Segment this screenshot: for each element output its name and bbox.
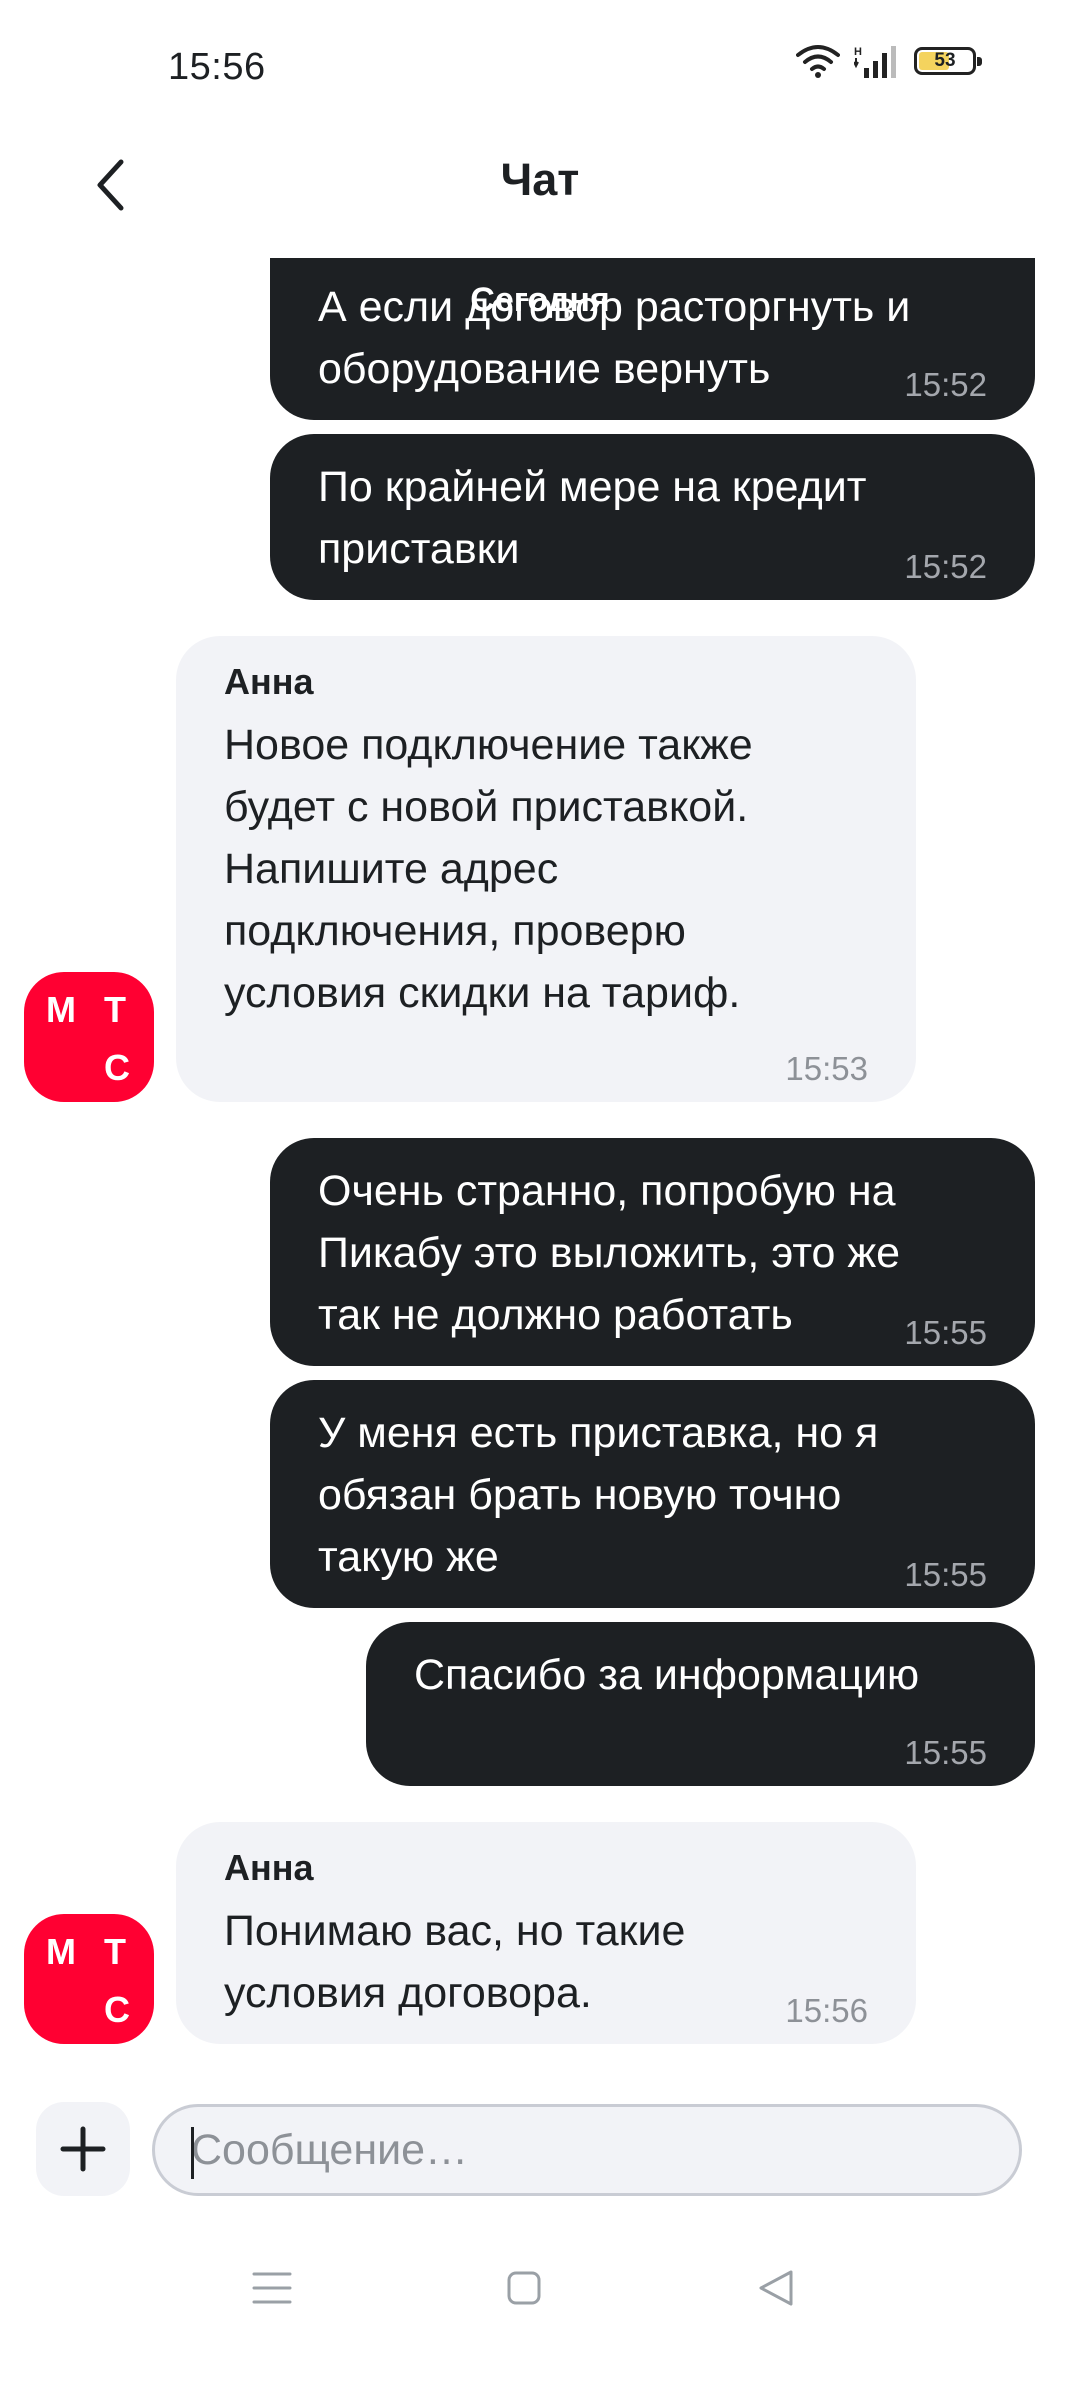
message-outgoing: Очень странно, попробую на Пикабу это вы…: [270, 1138, 1035, 1366]
message-input-placeholder: Сообщение…: [191, 2126, 469, 2174]
message-time: 15:52: [904, 366, 987, 403]
wifi-icon: [796, 45, 840, 78]
message-text: Спасибо за информацию: [414, 1651, 920, 1699]
status-icons: H 53: [796, 44, 982, 78]
menu-icon: [252, 2272, 292, 2304]
message-time: 15:55: [904, 1314, 987, 1351]
attach-button[interactable]: [36, 2102, 130, 2196]
message-text: Новое подключение также будет с новой пр…: [224, 721, 753, 1017]
message-text: У меня есть приставка, но я обязан брать…: [318, 1409, 879, 1581]
message-text: Понимаю вас, но такие условия договора.: [224, 1907, 686, 2017]
message-outgoing: Спасибо за информацию 15:55: [366, 1622, 1035, 1786]
message-text: Очень странно, попробую на Пикабу это вы…: [318, 1167, 901, 1339]
nav-home-button[interactable]: [484, 2248, 564, 2328]
message-incoming: Анна Новое подключение также будет с нов…: [176, 636, 916, 1102]
message-sender: Анна: [224, 1847, 314, 1888]
back-triangle-icon: [759, 2270, 793, 2306]
date-divider: Сегодня: [470, 281, 610, 319]
avatar: М Т С: [24, 1914, 154, 2044]
avatar: М Т С: [24, 972, 154, 1102]
text-cursor: [191, 2127, 194, 2179]
message-time: 15:56: [785, 1992, 868, 2029]
message-time: 15:53: [785, 1050, 868, 1087]
nav-back-button[interactable]: [736, 2248, 816, 2328]
message-sender: Анна: [224, 661, 314, 702]
home-square-icon: [507, 2271, 541, 2305]
status-time: 15:56: [168, 46, 266, 88]
battery-level: 53: [934, 50, 956, 71]
message-outgoing: У меня есть приставка, но я обязан брать…: [270, 1380, 1035, 1608]
page-title: Чат: [500, 154, 580, 205]
message-text: По крайней мере на кредит приставки: [318, 463, 867, 573]
battery-icon: 53: [914, 47, 982, 75]
message-time: 15:52: [904, 548, 987, 585]
message-outgoing: По крайней мере на кредит приставки 15:5…: [270, 434, 1035, 600]
message-incoming: Анна Понимаю вас, но такие условия догов…: [176, 1822, 916, 2044]
plus-icon: [60, 2126, 106, 2172]
message-time: 15:55: [904, 1734, 987, 1771]
message-time: 15:55: [904, 1556, 987, 1593]
signal-icon: H: [854, 46, 896, 78]
svg-text:H: H: [854, 46, 862, 58]
message-input[interactable]: Сообщение…: [152, 2104, 1022, 2196]
nav-menu-button[interactable]: [232, 2248, 312, 2328]
